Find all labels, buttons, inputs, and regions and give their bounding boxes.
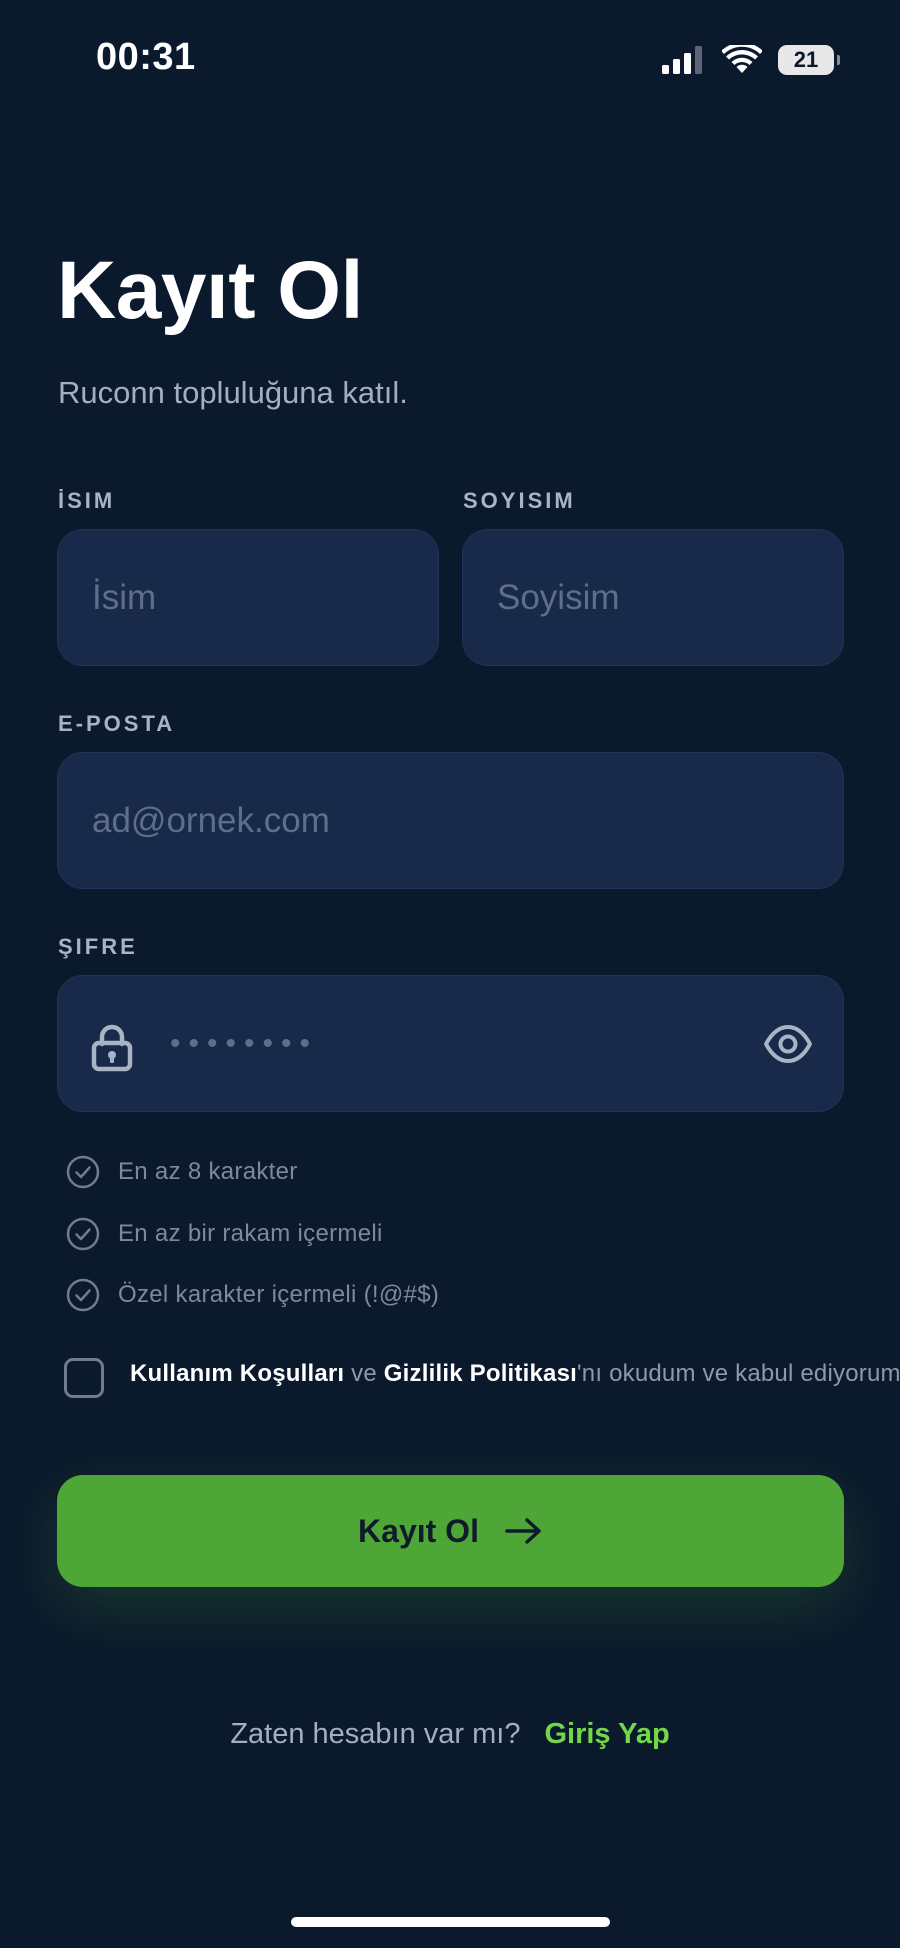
- register-button-label: Kayıt Ol: [358, 1512, 479, 1549]
- first-name-input[interactable]: [58, 530, 438, 665]
- terms-of-use-link[interactable]: Kullanım Koşulları: [130, 1360, 344, 1387]
- last-name-label: SOYISIM: [463, 488, 576, 513]
- requirement-item-digit: En az bir rakam içermeli: [66, 1217, 383, 1251]
- cellular-signal-icon: [662, 46, 702, 74]
- terms-suffix: 'nı okudum ve kabul ediyorum.: [577, 1360, 900, 1387]
- battery-level: 21: [793, 47, 819, 72]
- last-name-input[interactable]: [463, 530, 843, 665]
- password-label: ŞIFRE: [58, 934, 138, 959]
- eye-icon[interactable]: [763, 1024, 813, 1064]
- requirement-text: En az 8 karakter: [118, 1158, 298, 1185]
- email-field: [57, 752, 844, 889]
- page-title: Kayıt Ol: [57, 245, 363, 336]
- email-label: E-POSTA: [58, 711, 176, 736]
- terms-connector: ve: [344, 1360, 384, 1387]
- password-field: [57, 975, 844, 1112]
- check-circle-icon: [66, 1278, 100, 1312]
- login-question: Zaten hesabın var mı?: [230, 1718, 521, 1750]
- login-link[interactable]: Giriş Yap: [544, 1718, 669, 1751]
- battery-tip: [837, 55, 840, 65]
- privacy-policy-link[interactable]: Gizlilik Politikası: [384, 1360, 577, 1387]
- status-time: 00:31: [96, 36, 196, 78]
- requirement-text: En az bir rakam içermeli: [118, 1220, 383, 1247]
- terms-text: Kullanım Koşulları ve Gizlilik Politikas…: [130, 1354, 900, 1394]
- page-subtitle: Ruconn topluluğuna katıl.: [58, 375, 408, 410]
- first-name-label: İSIM: [58, 488, 116, 513]
- last-name-field: [462, 529, 844, 666]
- requirement-item-length: En az 8 karakter: [66, 1155, 298, 1189]
- battery-body: 21: [778, 45, 834, 75]
- terms-checkbox[interactable]: [64, 1358, 104, 1398]
- email-input[interactable]: [58, 753, 843, 888]
- wifi-icon: [722, 45, 762, 73]
- requirement-item-special: Özel karakter içermeli (!@#$): [66, 1278, 439, 1312]
- battery-icon: 21: [778, 45, 840, 75]
- arrow-right-icon: [505, 1518, 541, 1544]
- home-indicator[interactable]: [291, 1917, 610, 1927]
- check-circle-icon: [66, 1155, 100, 1189]
- login-prompt: Zaten hesabın var mı? Giriş Yap: [0, 1718, 900, 1751]
- check-circle-icon: [66, 1217, 100, 1251]
- password-input[interactable]: [58, 976, 843, 1111]
- status-bar: 00:31 21: [0, 0, 900, 120]
- status-icons: 21: [662, 40, 840, 80]
- requirement-text: Özel karakter içermeli (!@#$): [118, 1281, 440, 1308]
- first-name-field: [57, 529, 439, 666]
- register-button[interactable]: Kayıt Ol: [57, 1475, 844, 1587]
